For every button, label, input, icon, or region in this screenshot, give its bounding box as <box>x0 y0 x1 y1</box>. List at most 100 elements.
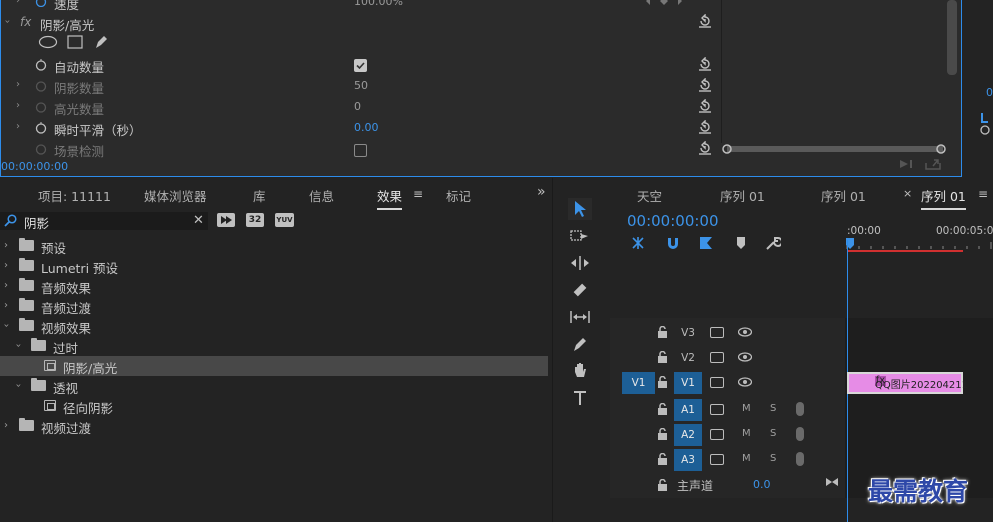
expand-chevron-icon[interactable]: › <box>16 121 20 132</box>
stopwatch-icon[interactable] <box>35 0 47 7</box>
reset-icon[interactable] <box>698 141 714 157</box>
mute-button[interactable]: M <box>742 428 751 439</box>
lock-icon[interactable] <box>657 453 668 465</box>
tree-item-presets[interactable]: › 预设 <box>0 236 548 256</box>
slip-tool[interactable] <box>568 306 592 328</box>
track-name[interactable]: V2 <box>674 347 702 369</box>
selection-tool[interactable] <box>568 198 592 220</box>
linked-selection-icon[interactable] <box>698 235 714 251</box>
lock-icon[interactable] <box>657 351 668 363</box>
tree-item-radial-shadow[interactable]: 径向阴影 <box>0 396 548 416</box>
ellipse-mask-icon[interactable] <box>38 35 58 49</box>
tree-item-lumetri-presets[interactable]: › Lumetri 预设 <box>0 256 548 276</box>
export-frame-icon[interactable] <box>924 157 942 171</box>
expand-chevron-icon[interactable]: › <box>4 420 8 431</box>
mute-button[interactable]: M <box>742 403 751 414</box>
tab-libraries[interactable]: 库 <box>253 186 266 205</box>
tree-item-perspective[interactable]: › 透视 <box>0 376 548 396</box>
tree-item-shadow-highlight[interactable]: 阴影/高光 <box>0 356 548 376</box>
add-marker-icon[interactable] <box>733 235 749 251</box>
close-tab-icon[interactable]: × <box>903 187 912 200</box>
search-input[interactable]: 阴影 <box>24 213 49 232</box>
effect-controls-timecode[interactable]: 00:00:00:00 <box>1 160 68 173</box>
rectangle-mask-icon[interactable] <box>67 35 83 49</box>
snap-icon[interactable] <box>665 235 681 251</box>
video-clip[interactable]: fx QQ图片202204211 <box>847 372 968 394</box>
accelerated-effects-icon[interactable] <box>217 213 235 227</box>
lock-icon[interactable] <box>657 428 668 440</box>
tab-media-browser[interactable]: 媒体浏览器 <box>144 186 207 205</box>
marker-dot-icon[interactable] <box>980 124 990 136</box>
reset-icon[interactable] <box>698 78 714 94</box>
expand-chevron-icon[interactable]: › <box>16 0 20 6</box>
tab-sequence-sky[interactable]: 天空 <box>637 186 662 205</box>
nest-sequence-icon[interactable] <box>630 235 646 251</box>
microphone-icon[interactable] <box>796 427 804 441</box>
expand-chevron-icon[interactable]: › <box>4 260 8 271</box>
eye-icon[interactable] <box>738 377 752 387</box>
solo-button[interactable]: S <box>770 403 776 414</box>
tree-item-audio-effects[interactable]: › 音频效果 <box>0 276 548 296</box>
reset-icon[interactable] <box>698 120 714 136</box>
stopwatch-icon[interactable] <box>35 58 47 71</box>
property-value[interactable]: 50 <box>354 79 368 92</box>
tree-item-video-effects[interactable]: › 视频效果 <box>0 316 548 336</box>
expand-chevron-icon[interactable]: › <box>4 280 8 291</box>
tree-item-audio-transitions[interactable]: › 音频过渡 <box>0 296 548 316</box>
lock-icon[interactable] <box>657 479 668 491</box>
timeline-settings-icon[interactable] <box>765 235 781 251</box>
master-volume-value[interactable]: 0.0 <box>753 478 771 491</box>
tab-sequence-active[interactable]: 序列 01 <box>921 186 966 210</box>
tab-project[interactable]: 项目: 11111 <box>38 186 111 205</box>
solo-button[interactable]: S <box>770 453 776 464</box>
time-ruler[interactable]: :00:00 00:00:05:00 <box>845 218 993 253</box>
microphone-icon[interactable] <box>796 452 804 466</box>
eye-icon[interactable] <box>738 327 752 337</box>
microphone-icon[interactable] <box>796 402 804 416</box>
razor-tool[interactable] <box>568 279 592 301</box>
effect-controls-scrollbar[interactable] <box>947 0 957 75</box>
collapse-chevron-icon[interactable]: › <box>2 20 13 24</box>
timeline-timecode[interactable]: 00:00:00:00 <box>627 212 719 230</box>
lock-icon[interactable] <box>657 376 668 388</box>
stopwatch-icon[interactable] <box>35 79 47 92</box>
reset-icon[interactable] <box>698 99 714 115</box>
track-select-tool[interactable] <box>568 225 592 247</box>
track-name[interactable]: V3 <box>674 322 702 344</box>
track-name[interactable]: A3 <box>674 449 702 471</box>
panel-menu-icon[interactable]: ≡ <box>978 187 988 201</box>
toggle-sync-lock-icon[interactable] <box>710 352 724 363</box>
tab-sequence[interactable]: 序列 01 <box>720 186 765 205</box>
effect-controls-timeline[interactable] <box>721 0 946 150</box>
collapse-chevron-icon[interactable]: › <box>13 384 24 388</box>
stopwatch-icon[interactable] <box>35 142 47 155</box>
hand-tool[interactable] <box>568 360 592 382</box>
tab-effects[interactable]: 效果 <box>377 186 403 210</box>
effect-header-row[interactable]: › fx 阴影/高光 <box>1 12 716 33</box>
overflow-chevron-icon[interactable]: » <box>537 184 546 200</box>
track-name[interactable]: A2 <box>674 424 702 446</box>
collapse-chevron-icon[interactable]: › <box>13 344 24 348</box>
eye-icon[interactable] <box>738 352 752 362</box>
track-name[interactable]: V1 <box>674 372 702 394</box>
mute-button[interactable]: M <box>742 453 751 464</box>
toggle-sync-lock-icon[interactable] <box>710 404 724 415</box>
tree-item-video-transitions[interactable]: › 视频过渡 <box>0 416 548 436</box>
expand-chevron-icon[interactable]: › <box>4 300 8 311</box>
clear-search-icon[interactable]: ✕ <box>193 213 204 228</box>
32-bit-icon[interactable]: 32 <box>246 213 264 227</box>
toggle-sync-lock-icon[interactable] <box>710 454 724 465</box>
reset-icon[interactable] <box>698 14 714 30</box>
pen-tool[interactable] <box>568 333 592 355</box>
type-tool[interactable] <box>568 387 592 409</box>
toggle-sync-lock-icon[interactable] <box>710 327 724 338</box>
play-audio-icon[interactable] <box>898 158 914 170</box>
collapse-chevron-icon[interactable]: › <box>1 324 12 328</box>
effects-search-field[interactable]: 阴影 ✕ <box>0 212 208 232</box>
stopwatch-icon[interactable] <box>35 100 47 113</box>
property-value[interactable]: 0.00 <box>354 121 379 134</box>
solo-button[interactable]: S <box>770 428 776 439</box>
toggle-sync-lock-icon[interactable] <box>710 377 724 388</box>
go-to-out-icon[interactable] <box>825 476 839 488</box>
effect-controls-zoom-bar[interactable] <box>721 143 946 155</box>
